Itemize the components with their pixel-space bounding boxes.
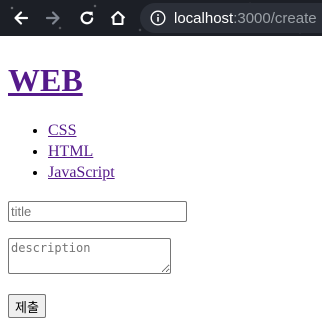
list-item: HTML — [48, 141, 314, 162]
topic-list: CSS HTML JavaScript — [8, 120, 314, 183]
topic-link-css[interactable]: CSS — [48, 122, 76, 139]
browser-toolbar: localhost:3000/create — [0, 0, 322, 36]
forward-button[interactable] — [41, 6, 65, 30]
title-input[interactable] — [8, 201, 187, 222]
list-item: CSS — [48, 120, 314, 141]
page-title: WEB — [8, 56, 314, 104]
home-link[interactable]: WEB — [8, 62, 83, 98]
home-icon — [110, 11, 126, 25]
topic-link-html[interactable]: HTML — [48, 143, 93, 160]
submit-button[interactable]: 제출 — [8, 294, 46, 318]
url-path: :3000/create — [233, 9, 317, 27]
url-host: localhost — [174, 9, 234, 27]
address-bar[interactable]: localhost:3000/create — [140, 3, 322, 33]
back-button[interactable] — [9, 6, 33, 30]
info-icon[interactable] — [150, 10, 166, 26]
create-form: 제출 — [8, 201, 314, 318]
description-textarea[interactable] — [8, 238, 171, 274]
page-content: WEB CSS HTML JavaScript 제출 — [0, 56, 322, 318]
reload-icon — [80, 11, 94, 25]
back-icon — [14, 11, 29, 25]
list-item: JavaScript — [48, 162, 314, 183]
home-button[interactable] — [106, 6, 130, 30]
forward-icon — [45, 11, 60, 25]
reload-button[interactable] — [75, 6, 99, 30]
topic-link-javascript[interactable]: JavaScript — [48, 164, 115, 181]
